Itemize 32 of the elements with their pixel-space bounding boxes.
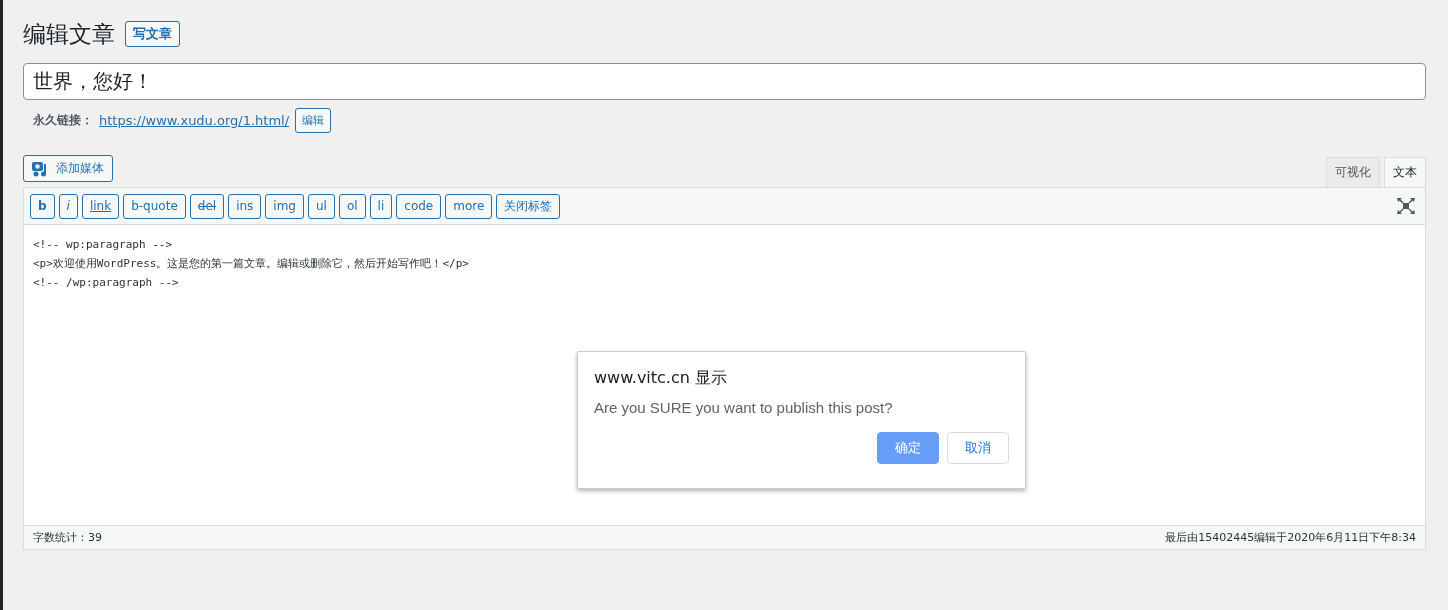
code-line: <!-- /wp:paragraph --> — [33, 275, 179, 291]
toolbar-button[interactable]: code — [396, 193, 442, 219]
dialog-button[interactable]: 确定 — [877, 432, 939, 464]
editor-tab[interactable]: 文本 — [1384, 157, 1426, 187]
toolbar-button[interactable]: i — [58, 193, 78, 219]
toolbar-button[interactable]: ol — [338, 193, 366, 219]
dialog-title: www.vitc.cn 显示 — [594, 368, 728, 389]
toolbar-button[interactable]: del — [189, 193, 225, 219]
edit-permalink-button[interactable]: 编辑 — [295, 108, 332, 133]
dialog-message: Are you SURE you want to publish this post? — [594, 399, 894, 416]
editor-tab[interactable]: 可视化 — [1326, 157, 1380, 187]
add-media-button[interactable]: 添加媒体 — [23, 155, 113, 182]
new-post-button[interactable]: 写文章 — [125, 21, 180, 47]
toolbar-button[interactable]: li — [369, 193, 393, 219]
toolbar-button[interactable]: img — [265, 193, 304, 219]
code-line: <!-- wp:paragraph --> — [33, 237, 173, 253]
permalink-label: 永久链接： — [33, 112, 93, 129]
last-edited: 最后由15402445编辑于2020年6月11日下午8:34 — [1165, 530, 1416, 545]
toolbar-button[interactable]: b — [30, 193, 55, 219]
toolbar-button[interactable]: ul — [307, 193, 335, 219]
toolbar-button[interactable]: b-quote — [123, 193, 186, 219]
toolbar-button[interactable]: ins — [228, 193, 262, 219]
word-count: 字数统计：39 — [33, 530, 102, 545]
dialog-button[interactable]: 取消 — [947, 432, 1009, 464]
toolbar-button[interactable]: more — [445, 193, 493, 219]
code-line: <p>欢迎使用WordPress。这是您的第一篇文章。编辑或删除它，然后开始写作吧！</p> — [33, 256, 469, 272]
permalink-link[interactable]: https://www.xudu.org/1.html/ — [99, 113, 290, 128]
toolbar-button[interactable]: link — [81, 193, 120, 219]
fullscreen-icon[interactable] — [1397, 198, 1415, 214]
title-field[interactable]: 世界，您好！ — [23, 63, 1426, 100]
toolbar-button[interactable]: 关闭标签 — [496, 193, 561, 219]
page-title: 编辑文章 — [23, 19, 115, 49]
